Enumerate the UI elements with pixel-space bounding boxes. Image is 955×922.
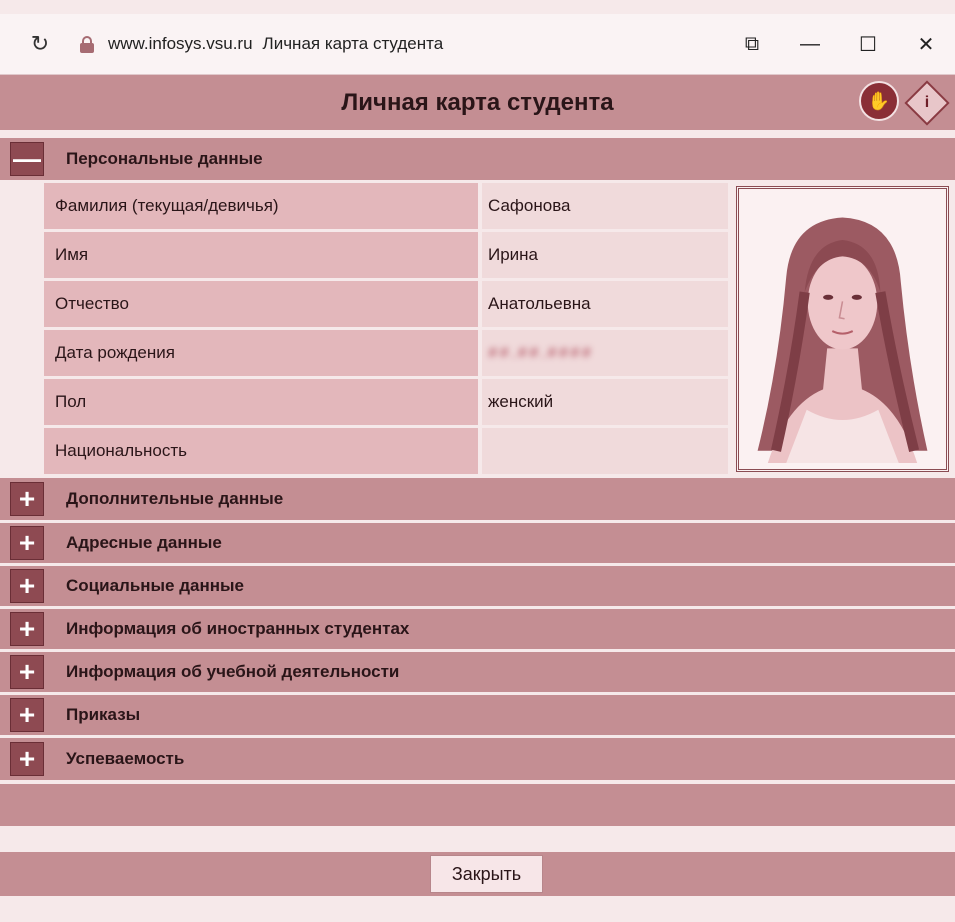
section-foreign-students[interactable]: + Информация об иностранных студентах — [0, 609, 955, 649]
field-value: женский — [482, 379, 728, 425]
section-label: Дополнительные данные — [66, 489, 284, 508]
field-label: Национальность — [44, 428, 478, 474]
table-row: Отчество Анатольевна — [44, 281, 728, 327]
section-label: Информация об учебной деятельности — [66, 662, 400, 681]
maximize-button[interactable]: ☐ — [839, 32, 897, 57]
section-label: Информация об иностранных студентах — [66, 619, 410, 638]
section-social[interactable]: + Социальные данные — [0, 566, 955, 606]
expand-plus-icon[interactable]: + — [10, 698, 44, 732]
section-personal[interactable]: — Персональные данные — [0, 138, 955, 180]
section-label: Адресные данные — [66, 533, 222, 552]
expand-plus-icon[interactable]: + — [10, 482, 44, 516]
redacted-birthdate: ##.##.#### — [488, 343, 594, 362]
lock-icon — [80, 36, 94, 53]
expand-plus-icon[interactable]: + — [10, 526, 44, 560]
section-label: Персональные данные — [66, 149, 263, 168]
close-button[interactable]: Закрыть — [430, 855, 543, 893]
table-row: Национальность — [44, 428, 728, 474]
portrait-image — [745, 195, 940, 463]
page-header: Личная карта студента ✋ i — [0, 75, 955, 130]
section-label: Социальные данные — [66, 576, 244, 595]
stop-hand-icon[interactable]: ✋ — [859, 81, 899, 121]
minimize-button[interactable]: — — [781, 33, 839, 56]
section-orders[interactable]: + Приказы — [0, 695, 955, 735]
field-value: ##.##.#### — [482, 330, 728, 376]
reload-icon[interactable]: ↻ — [30, 31, 50, 57]
collapse-minus-icon[interactable]: — — [10, 142, 44, 176]
field-label: Фамилия (текущая/девичья) — [44, 183, 478, 229]
section-academic[interactable]: + Информация об учебной деятельности — [0, 652, 955, 692]
expand-plus-icon[interactable]: + — [10, 655, 44, 689]
field-value: Ирина — [482, 232, 728, 278]
browser-titlebar: ↻ www.infosys.vsu.ru Личная карта студен… — [0, 14, 955, 75]
student-photo — [736, 186, 949, 472]
section-address[interactable]: + Адресные данные — [0, 523, 955, 563]
field-label: Имя — [44, 232, 478, 278]
field-label: Пол — [44, 379, 478, 425]
field-label: Отчество — [44, 281, 478, 327]
section-label: Успеваемость — [66, 749, 185, 768]
section-additional[interactable]: + Дополнительные данные — [0, 478, 955, 520]
field-label: Дата рождения — [44, 330, 478, 376]
expand-plus-icon[interactable]: + — [10, 612, 44, 646]
table-row: Дата рождения ##.##.#### — [44, 330, 728, 376]
field-value: Сафонова — [482, 183, 728, 229]
table-row: Имя Ирина — [44, 232, 728, 278]
window-title: Личная карта студента — [262, 34, 444, 53]
empty-bar — [0, 784, 955, 826]
field-value: Анатольевна — [482, 281, 728, 327]
address-url[interactable]: www.infosys.vsu.ru — [108, 34, 253, 54]
page-title: Личная карта студента — [341, 88, 614, 116]
table-row: Пол женский — [44, 379, 728, 425]
section-label: Приказы — [66, 705, 141, 724]
section-grades[interactable]: + Успеваемость — [0, 738, 955, 780]
info-icon[interactable]: i — [904, 80, 950, 126]
expand-plus-icon[interactable]: + — [10, 569, 44, 603]
field-value — [482, 428, 728, 474]
expand-plus-icon[interactable]: + — [10, 742, 44, 776]
close-window-button[interactable]: ✕ — [897, 32, 955, 57]
table-row: Фамилия (текущая/девичья) Сафонова — [44, 183, 728, 229]
restore-window-icon[interactable]: ⧉ — [723, 33, 781, 56]
